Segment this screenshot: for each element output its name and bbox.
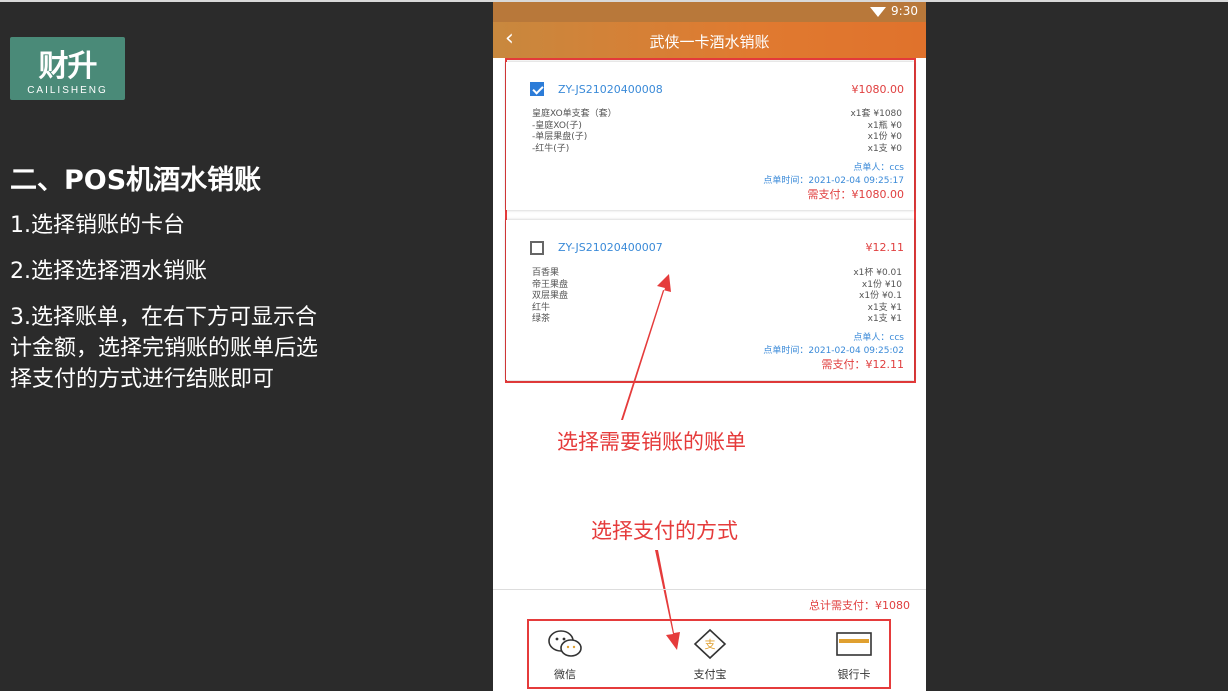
svg-text:支: 支 (705, 638, 716, 651)
app-bar: ‹ 武侠一卡酒水销账 (493, 22, 926, 58)
bill-order-no-1: ZY-JS21020400008 (558, 83, 663, 96)
bill-item: 帝王果盘 x1份 ¥10 (532, 279, 902, 290)
bill-items-2: 百香果 x1杯 ¥0.01 帝王果盘 x1份 ¥10 双层果盘 x1份 ¥0.1 红牛… (532, 268, 902, 326)
bill-checkbox-2[interactable] (530, 241, 544, 255)
bill-item: -单层果盘(子) x1份 ¥0 (532, 132, 902, 142)
bill-items-1: 皇庭XO单支套（套） x1套 ¥1080 -皇庭XO(子) x1瓶 ¥0 -单层果盘… (532, 109, 902, 155)
bill-meta-1: 点单人：ccs 点单时间：2021-02-04 09:25:17 需支付：¥10… (763, 162, 904, 201)
bill-card-2[interactable]: ZY-JS21020400007 ¥12.11 百香果 x1杯 ¥0.01 帝王果… (506, 220, 914, 380)
page-title: 武侠一卡酒水销账 (649, 33, 770, 51)
pay-option-alipay[interactable]: 支 支付宝 (675, 628, 745, 682)
status-time: 9:30 (891, 4, 918, 18)
section-title: 二、POS机酒水销账 (10, 165, 262, 196)
bill-item: -皇庭XO(子) x1瓶 ¥0 (532, 120, 902, 131)
status-bar: 9:30 (493, 2, 926, 22)
bill-due: 需支付：¥1080.00 (807, 188, 905, 201)
wechat-icon (548, 630, 582, 657)
bill-item: 双层果盘 x1份 ¥0.1 (532, 291, 902, 301)
pay-option-label: 支付宝 (693, 668, 727, 681)
bill-due: 需支付：¥12.11 (821, 358, 905, 371)
step-1: 1.选择销账的卡台 (10, 213, 185, 238)
bill-orderer: 点单人：ccs (853, 163, 904, 173)
footer-divider (493, 589, 926, 590)
step-2: 2.选择选择酒水销账 (10, 259, 207, 284)
bill-orderer: 点单人：ccs (853, 333, 904, 343)
bill-item: 皇庭XO单支套（套） x1套 ¥1080 (532, 109, 902, 119)
bill-item: 红牛 x1支 ¥1 (532, 302, 902, 313)
annotation-select-bill: 选择需要销账的账单 (557, 430, 746, 454)
bill-meta-2: 点单人：ccs 点单时间：2021-02-04 09:25:02 需支付：¥12… (763, 332, 904, 371)
bill-item: 绿茶 x1支 ¥1 (532, 314, 902, 324)
bill-order-no-2: ZY-JS21020400007 (558, 241, 663, 254)
wifi-icon (870, 7, 886, 17)
step-3: 3.选择账单，在右下方可显示合计金额，选择完销账的账单后选择支付的方式进行结账即… (10, 305, 319, 392)
bill-item: -红牛(子) x1支 ¥0 (532, 143, 902, 154)
bill-item: 百香果 x1杯 ¥0.01 (532, 268, 902, 278)
bill-card-1[interactable]: ZY-JS21020400008 ¥1080.00 皇庭XO单支套（套） x1套 … (506, 62, 914, 210)
pay-option-label: 微信 (554, 668, 576, 681)
bank-card-icon (836, 632, 872, 656)
alipay-icon: 支 (693, 628, 727, 660)
logo-mark: 财升 (38, 49, 98, 84)
bill-order-time: 点单时间：2021-02-04 09:25:17 (763, 176, 904, 186)
company-logo: 财升 CAILISHENG (10, 37, 125, 100)
total-due: 总计需支付：¥1080 (809, 599, 910, 612)
bill-amount-1: ¥1080.00 (851, 83, 905, 96)
pay-option-bank-card[interactable]: 银行卡 (819, 628, 889, 682)
pay-option-wechat[interactable]: 微信 (530, 628, 600, 682)
pay-option-label: 银行卡 (837, 668, 871, 681)
bill-checkbox-1[interactable] (530, 82, 544, 96)
logo-text: CAILISHENG (27, 85, 108, 96)
phone-screen: 9:30 ‹ 武侠一卡酒水销账 ZY-JS21020400008 ¥1080.0… (493, 2, 926, 691)
bill-order-time: 点单时间：2021-02-04 09:25:02 (763, 346, 904, 356)
annotation-select-payment: 选择支付的方式 (591, 519, 738, 543)
bill-amount-2: ¥12.11 (865, 241, 905, 254)
